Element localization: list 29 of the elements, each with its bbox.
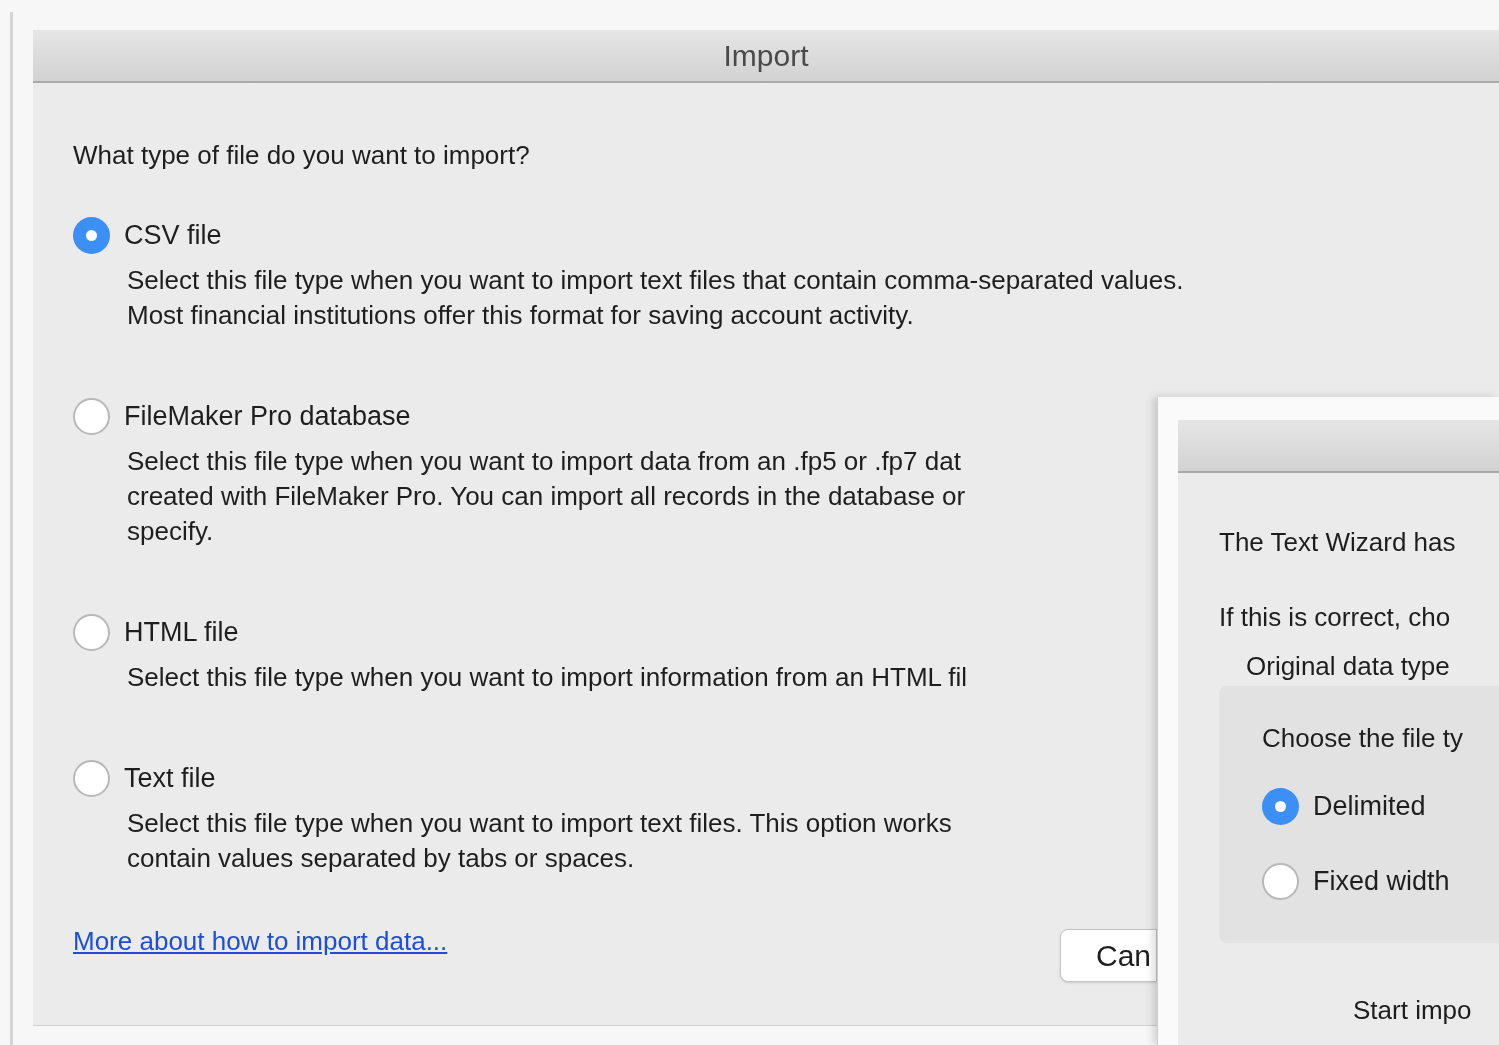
- description-line: contain values separated by tabs or spaces.: [127, 842, 635, 875]
- choice-label: Fixed width: [1313, 865, 1450, 899]
- description-line: Select this file type when you want to import text files that contain comma-separated values.: [127, 264, 1184, 297]
- radio-button[interactable]: [1262, 863, 1299, 900]
- option-label: FileMaker Pro database: [124, 399, 411, 433]
- description-line: Most financial institutions offer this format for saving account activity.: [127, 299, 914, 332]
- option-label: CSV file: [124, 218, 222, 252]
- option-label: HTML file: [124, 615, 239, 649]
- description-line: Select this file type when you want to import text files. This option works: [127, 807, 952, 840]
- group-title: Original data type: [1246, 650, 1450, 683]
- description-line: Select this file type when you want to import data from an .fp5 or .fp7 dat: [127, 445, 961, 478]
- radio-button[interactable]: [73, 613, 110, 651]
- footer-text: Start impo: [1353, 994, 1472, 1027]
- window-title: Import: [723, 38, 809, 74]
- radio-button[interactable]: [73, 397, 110, 435]
- help-link[interactable]: More about how to import data...: [73, 924, 448, 959]
- cancel-button[interactable]: Can: [1060, 929, 1157, 982]
- wizard-text: The Text Wizard has: [1219, 526, 1456, 559]
- prompt-text: Choose the file ty: [1262, 722, 1463, 755]
- description-line: specify.: [127, 515, 214, 548]
- question-text: What type of file do you want to import?: [73, 139, 530, 172]
- option-label: Text file: [124, 761, 216, 795]
- choice-label: Delimited: [1313, 790, 1426, 824]
- radio-button[interactable]: [1262, 788, 1299, 825]
- description-line: created with FileMaker Pro. You can import all records in the database or: [127, 480, 966, 513]
- radio-button[interactable]: [73, 216, 110, 254]
- radio-button[interactable]: [73, 759, 110, 797]
- wizard-text: If this is correct, cho: [1219, 601, 1451, 634]
- description-line: Select this file type when you want to import information from an HTML fil: [127, 661, 968, 694]
